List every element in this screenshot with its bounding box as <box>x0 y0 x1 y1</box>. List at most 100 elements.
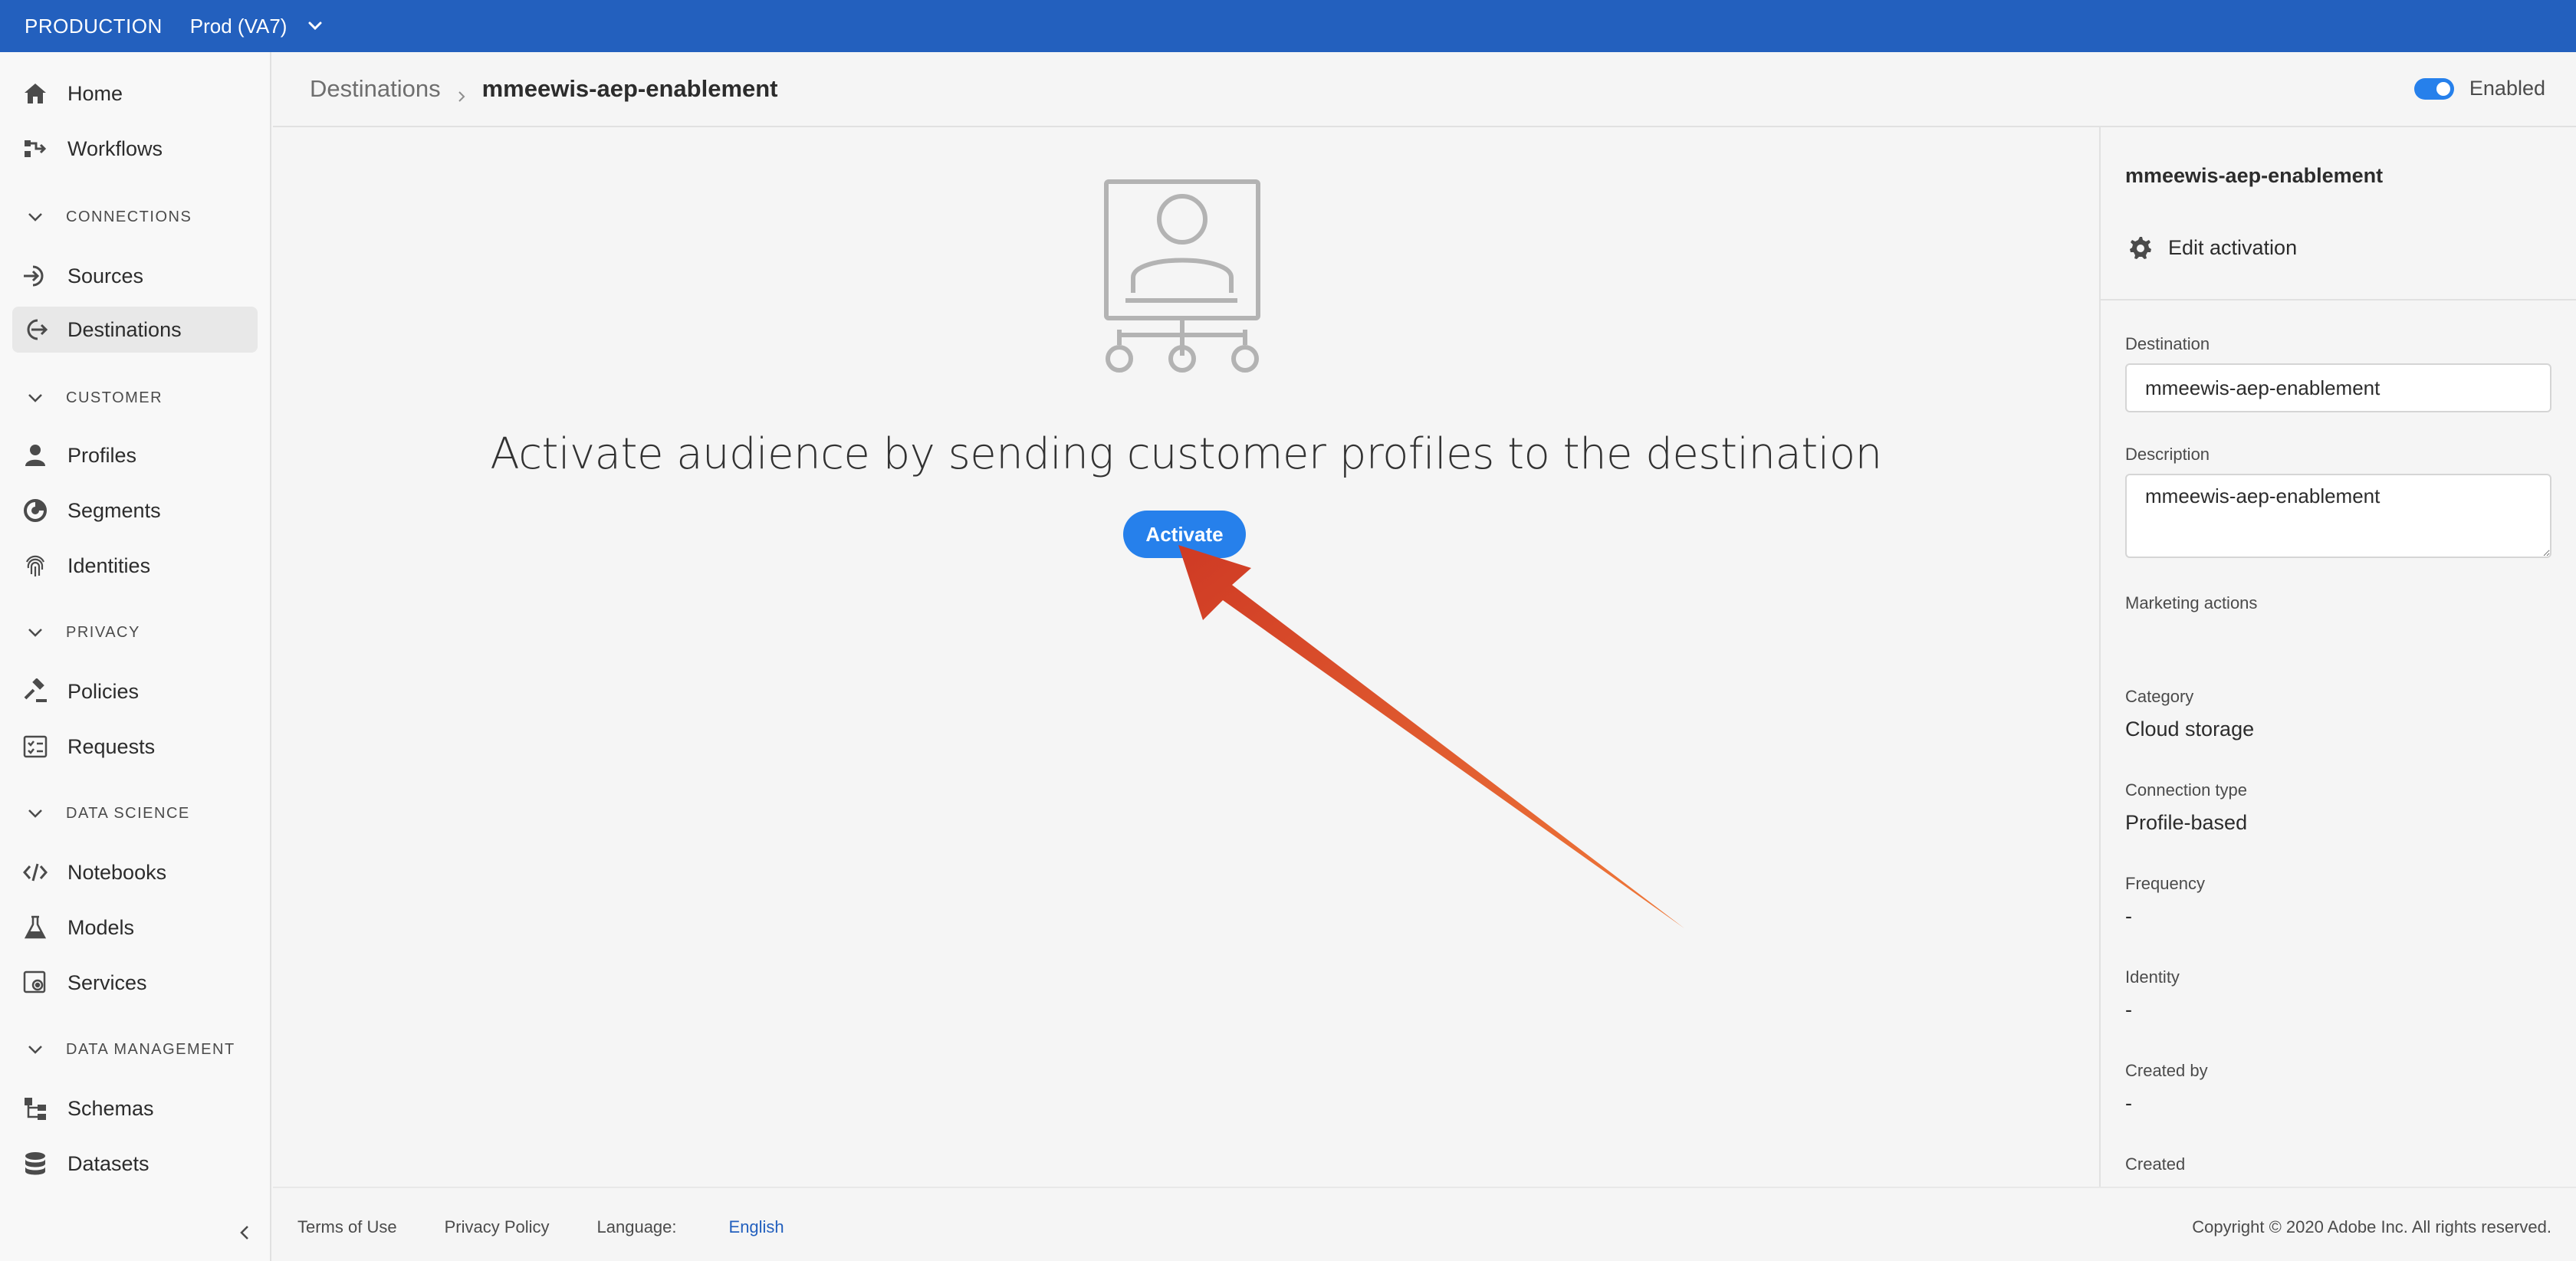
fingerprint-icon <box>20 550 51 581</box>
workflows-icon <box>20 133 51 164</box>
sidebar-item-sources[interactable]: Sources <box>12 253 258 299</box>
sidebar: Home Workflows CONNECTIONS Sources Desti… <box>0 52 271 1261</box>
breadcrumb: Destinations mmeewis-aep-enablement <box>310 75 778 103</box>
code-icon <box>20 857 51 888</box>
frequency-label: Frequency <box>2125 874 2205 893</box>
edit-activation-label: Edit activation <box>2168 235 2298 259</box>
gavel-icon <box>20 676 51 707</box>
section-customer[interactable]: CUSTOMER <box>26 386 163 409</box>
sidebar-item-label: Schemas <box>67 1096 154 1120</box>
created-by-label: Created by <box>2125 1061 2208 1080</box>
toggle-label: Enabled <box>2469 77 2545 100</box>
language-selector[interactable]: Language: English <box>597 1217 832 1237</box>
panel-divider <box>2101 299 2576 300</box>
schema-icon <box>20 1093 51 1124</box>
sidebar-item-label: Models <box>67 915 135 939</box>
category-value: Cloud storage <box>2125 718 2255 741</box>
privacy-policy-link[interactable]: Privacy Policy <box>445 1217 550 1237</box>
created-by-value: - <box>2125 1092 2132 1115</box>
destination-input[interactable] <box>2125 363 2551 412</box>
section-label: DATA SCIENCE <box>66 804 190 822</box>
sidebar-item-workflows[interactable]: Workflows <box>12 126 258 172</box>
sidebar-item-label: Destinations <box>67 317 182 341</box>
language-value[interactable]: English <box>729 1217 784 1236</box>
language-label: Language: <box>596 1217 677 1236</box>
gear-box-icon <box>20 967 51 998</box>
collapse-sidebar-button[interactable] <box>230 1217 261 1248</box>
database-icon <box>20 1148 51 1179</box>
sidebar-item-home[interactable]: Home <box>12 71 258 117</box>
sidebar-item-label: Segments <box>67 498 161 522</box>
enabled-toggle[interactable]: Enabled <box>2413 77 2545 100</box>
terms-of-use-link[interactable]: Terms of Use <box>297 1217 397 1237</box>
chevron-down-icon[interactable] <box>307 18 324 34</box>
environment-label: PRODUCTION <box>25 14 163 38</box>
section-connections[interactable]: CONNECTIONS <box>26 205 192 228</box>
sidebar-item-identities[interactable]: Identities <box>12 543 258 589</box>
section-label: PRIVACY <box>66 623 140 641</box>
chevron-down-icon <box>26 206 48 228</box>
sidebar-item-requests[interactable]: Requests <box>12 724 258 770</box>
section-label: DATA MANAGEMENT <box>66 1040 235 1058</box>
section-label: CONNECTIONS <box>66 208 192 225</box>
section-data-management[interactable]: DATA MANAGEMENT <box>26 1038 235 1061</box>
identity-value: - <box>2125 998 2132 1021</box>
breadcrumb-destinations-link[interactable]: Destinations <box>310 75 441 103</box>
sidebar-item-segments[interactable]: Segments <box>12 488 258 534</box>
copyright: Copyright © 2020 Adobe Inc. All rights r… <box>2192 1217 2551 1236</box>
sidebar-item-policies[interactable]: Policies <box>12 668 258 714</box>
sidebar-item-label: Workflows <box>67 136 163 160</box>
sidebar-item-destinations[interactable]: Destinations <box>12 307 258 353</box>
section-privacy[interactable]: PRIVACY <box>26 621 140 644</box>
profile-icon <box>20 440 51 471</box>
chevron-down-icon <box>26 622 48 643</box>
sidebar-item-label: Home <box>67 81 123 105</box>
chevron-down-icon <box>26 803 48 824</box>
sidebar-item-label: Policies <box>67 679 140 703</box>
sidebar-item-label: Identities <box>67 553 151 577</box>
annotation-arrow <box>1178 545 1684 928</box>
chevron-right-icon <box>455 82 468 102</box>
edit-activation-button[interactable]: Edit activation <box>2125 233 2297 262</box>
sidebar-item-label: Services <box>67 970 147 994</box>
gear-icon <box>2125 233 2154 262</box>
sidebar-item-schemas[interactable]: Schemas <box>12 1085 258 1131</box>
created-label: Created <box>2125 1154 2186 1174</box>
sidebar-item-datasets[interactable]: Datasets <box>12 1141 258 1187</box>
description-textarea[interactable]: mmeewis-aep-enablement <box>2125 474 2551 558</box>
details-panel: mmeewis-aep-enablement Edit activation D… <box>2099 127 2576 1187</box>
description-label: Description <box>2125 445 2210 464</box>
sidebar-item-label: Datasets <box>67 1151 150 1175</box>
sidebar-item-profiles[interactable]: Profiles <box>12 432 258 478</box>
sources-icon <box>20 261 51 291</box>
top-bar: PRODUCTION Prod (VA7) <box>0 0 2576 52</box>
section-data-science[interactable]: DATA SCIENCE <box>26 802 190 825</box>
footer: Terms of Use Privacy Policy Language: Eng… <box>273 1187 2576 1261</box>
sandbox-selector[interactable]: Prod (VA7) <box>190 15 288 38</box>
sidebar-item-label: Requests <box>67 734 156 758</box>
flask-icon <box>20 912 51 943</box>
sidebar-item-notebooks[interactable]: Notebooks <box>12 849 258 895</box>
main-content: Activate audience by sending customer pr… <box>273 127 2099 1187</box>
chevron-down-icon <box>26 1039 48 1060</box>
page-header: Destinations mmeewis-aep-enablement Enab… <box>273 52 2576 127</box>
destination-label: Destination <box>2125 334 2210 353</box>
identity-label: Identity <box>2125 967 2180 987</box>
checklist-icon <box>20 731 51 762</box>
segments-icon <box>20 495 51 526</box>
frequency-value: - <box>2125 905 2132 928</box>
toggle-switch[interactable] <box>2413 77 2454 100</box>
sidebar-item-services[interactable]: Services <box>12 960 258 1006</box>
category-label: Category <box>2125 687 2194 706</box>
destinations-icon <box>20 314 51 345</box>
home-icon <box>20 78 51 109</box>
sidebar-item-label: Profiles <box>67 443 137 467</box>
sidebar-item-models[interactable]: Models <box>12 905 258 951</box>
sidebar-item-label: Sources <box>67 264 144 287</box>
page-title: mmeewis-aep-enablement <box>481 75 778 102</box>
panel-title: mmeewis-aep-enablement <box>2125 164 2384 187</box>
connection-type-label: Connection type <box>2125 780 2247 800</box>
activate-heading: Activate audience by sending customer pr… <box>490 429 1882 479</box>
activate-button[interactable]: Activate <box>1123 511 1246 558</box>
marketing-actions-label: Marketing actions <box>2125 593 2258 612</box>
